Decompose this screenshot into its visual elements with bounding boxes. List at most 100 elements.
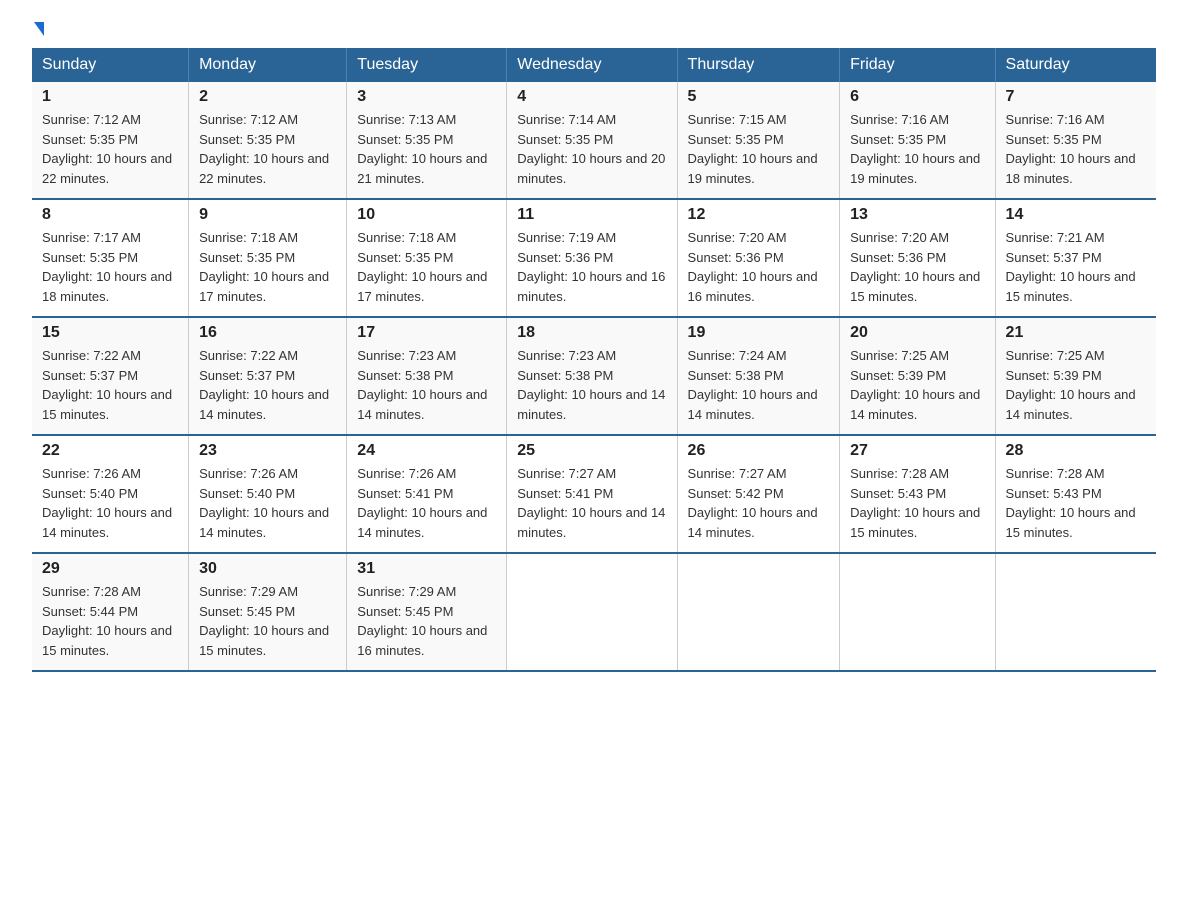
day-info: Sunrise: 7:26 AM Sunset: 5:40 PM Dayligh…: [42, 464, 178, 542]
day-number: 31: [357, 560, 496, 578]
daylight-label: Daylight: 10 hours and 15 minutes.: [1006, 269, 1136, 304]
sunrise-label: Sunrise: 7:25 AM: [850, 348, 949, 363]
sunrise-label: Sunrise: 7:23 AM: [357, 348, 456, 363]
sunset-label: Sunset: 5:40 PM: [42, 486, 138, 501]
calendar-cell: 23 Sunrise: 7:26 AM Sunset: 5:40 PM Dayl…: [189, 435, 347, 553]
sunset-label: Sunset: 5:45 PM: [357, 604, 453, 619]
page-header: [32, 24, 1156, 32]
daylight-label: Daylight: 10 hours and 14 minutes.: [850, 387, 980, 422]
day-of-week-monday: Monday: [189, 48, 347, 82]
daylight-label: Daylight: 10 hours and 14 minutes.: [199, 505, 329, 540]
sunset-label: Sunset: 5:35 PM: [42, 132, 138, 147]
daylight-label: Daylight: 10 hours and 16 minutes.: [688, 269, 818, 304]
calendar-cell: 27 Sunrise: 7:28 AM Sunset: 5:43 PM Dayl…: [840, 435, 995, 553]
calendar-cell: 9 Sunrise: 7:18 AM Sunset: 5:35 PM Dayli…: [189, 199, 347, 317]
day-info: Sunrise: 7:29 AM Sunset: 5:45 PM Dayligh…: [357, 582, 496, 660]
day-number: 7: [1006, 88, 1146, 106]
sunrise-label: Sunrise: 7:26 AM: [357, 466, 456, 481]
day-info: Sunrise: 7:13 AM Sunset: 5:35 PM Dayligh…: [357, 110, 496, 188]
day-of-week-tuesday: Tuesday: [347, 48, 507, 82]
day-info: Sunrise: 7:12 AM Sunset: 5:35 PM Dayligh…: [199, 110, 336, 188]
day-number: 20: [850, 324, 984, 342]
sunrise-label: Sunrise: 7:27 AM: [517, 466, 616, 481]
calendar-cell: 1 Sunrise: 7:12 AM Sunset: 5:35 PM Dayli…: [32, 82, 189, 199]
sunrise-label: Sunrise: 7:16 AM: [1006, 112, 1105, 127]
day-info: Sunrise: 7:17 AM Sunset: 5:35 PM Dayligh…: [42, 228, 178, 306]
sunset-label: Sunset: 5:35 PM: [517, 132, 613, 147]
sunset-label: Sunset: 5:39 PM: [1006, 368, 1102, 383]
sunrise-label: Sunrise: 7:18 AM: [357, 230, 456, 245]
day-info: Sunrise: 7:28 AM Sunset: 5:44 PM Dayligh…: [42, 582, 178, 660]
daylight-label: Daylight: 10 hours and 14 minutes.: [42, 505, 172, 540]
daylight-label: Daylight: 10 hours and 14 minutes.: [688, 505, 818, 540]
sunset-label: Sunset: 5:35 PM: [42, 250, 138, 265]
daylight-label: Daylight: 10 hours and 22 minutes.: [42, 151, 172, 186]
sunset-label: Sunset: 5:43 PM: [1006, 486, 1102, 501]
calendar-header: SundayMondayTuesdayWednesdayThursdayFrid…: [32, 48, 1156, 82]
week-row-3: 15 Sunrise: 7:22 AM Sunset: 5:37 PM Dayl…: [32, 317, 1156, 435]
sunrise-label: Sunrise: 7:28 AM: [1006, 466, 1105, 481]
daylight-label: Daylight: 10 hours and 14 minutes.: [199, 387, 329, 422]
day-number: 26: [688, 442, 830, 460]
calendar-cell: 17 Sunrise: 7:23 AM Sunset: 5:38 PM Dayl…: [347, 317, 507, 435]
sunrise-label: Sunrise: 7:20 AM: [688, 230, 787, 245]
calendar-cell: 19 Sunrise: 7:24 AM Sunset: 5:38 PM Dayl…: [677, 317, 840, 435]
day-number: 1: [42, 88, 178, 106]
day-info: Sunrise: 7:14 AM Sunset: 5:35 PM Dayligh…: [517, 110, 666, 188]
day-info: Sunrise: 7:26 AM Sunset: 5:41 PM Dayligh…: [357, 464, 496, 542]
calendar-cell: [677, 553, 840, 671]
day-info: Sunrise: 7:23 AM Sunset: 5:38 PM Dayligh…: [357, 346, 496, 424]
calendar-cell: 28 Sunrise: 7:28 AM Sunset: 5:43 PM Dayl…: [995, 435, 1156, 553]
day-info: Sunrise: 7:18 AM Sunset: 5:35 PM Dayligh…: [199, 228, 336, 306]
daylight-label: Daylight: 10 hours and 17 minutes.: [357, 269, 487, 304]
calendar-cell: 26 Sunrise: 7:27 AM Sunset: 5:42 PM Dayl…: [677, 435, 840, 553]
calendar-body: 1 Sunrise: 7:12 AM Sunset: 5:35 PM Dayli…: [32, 82, 1156, 671]
sunset-label: Sunset: 5:37 PM: [199, 368, 295, 383]
calendar-cell: [840, 553, 995, 671]
sunset-label: Sunset: 5:41 PM: [517, 486, 613, 501]
daylight-label: Daylight: 10 hours and 14 minutes.: [517, 387, 665, 422]
sunrise-label: Sunrise: 7:13 AM: [357, 112, 456, 127]
sunrise-label: Sunrise: 7:27 AM: [688, 466, 787, 481]
day-info: Sunrise: 7:19 AM Sunset: 5:36 PM Dayligh…: [517, 228, 666, 306]
day-number: 9: [199, 206, 336, 224]
calendar-cell: 12 Sunrise: 7:20 AM Sunset: 5:36 PM Dayl…: [677, 199, 840, 317]
sunrise-label: Sunrise: 7:22 AM: [42, 348, 141, 363]
daylight-label: Daylight: 10 hours and 21 minutes.: [357, 151, 487, 186]
calendar-cell: [507, 553, 677, 671]
calendar-cell: 4 Sunrise: 7:14 AM Sunset: 5:35 PM Dayli…: [507, 82, 677, 199]
day-info: Sunrise: 7:12 AM Sunset: 5:35 PM Dayligh…: [42, 110, 178, 188]
day-number: 14: [1006, 206, 1146, 224]
daylight-label: Daylight: 10 hours and 14 minutes.: [688, 387, 818, 422]
calendar-cell: 31 Sunrise: 7:29 AM Sunset: 5:45 PM Dayl…: [347, 553, 507, 671]
day-info: Sunrise: 7:24 AM Sunset: 5:38 PM Dayligh…: [688, 346, 830, 424]
day-info: Sunrise: 7:22 AM Sunset: 5:37 PM Dayligh…: [42, 346, 178, 424]
sunrise-label: Sunrise: 7:15 AM: [688, 112, 787, 127]
daylight-label: Daylight: 10 hours and 15 minutes.: [42, 623, 172, 658]
calendar-cell: 18 Sunrise: 7:23 AM Sunset: 5:38 PM Dayl…: [507, 317, 677, 435]
calendar-cell: 11 Sunrise: 7:19 AM Sunset: 5:36 PM Dayl…: [507, 199, 677, 317]
daylight-label: Daylight: 10 hours and 14 minutes.: [357, 505, 487, 540]
daylight-label: Daylight: 10 hours and 19 minutes.: [688, 151, 818, 186]
day-info: Sunrise: 7:20 AM Sunset: 5:36 PM Dayligh…: [850, 228, 984, 306]
sunset-label: Sunset: 5:42 PM: [688, 486, 784, 501]
sunrise-label: Sunrise: 7:26 AM: [42, 466, 141, 481]
day-of-week-wednesday: Wednesday: [507, 48, 677, 82]
logo: [32, 24, 44, 32]
sunrise-label: Sunrise: 7:17 AM: [42, 230, 141, 245]
daylight-label: Daylight: 10 hours and 14 minutes.: [357, 387, 487, 422]
day-number: 4: [517, 88, 666, 106]
daylight-label: Daylight: 10 hours and 14 minutes.: [517, 505, 665, 540]
sunset-label: Sunset: 5:38 PM: [357, 368, 453, 383]
day-info: Sunrise: 7:20 AM Sunset: 5:36 PM Dayligh…: [688, 228, 830, 306]
day-number: 28: [1006, 442, 1146, 460]
daylight-label: Daylight: 10 hours and 16 minutes.: [357, 623, 487, 658]
sunset-label: Sunset: 5:39 PM: [850, 368, 946, 383]
day-info: Sunrise: 7:16 AM Sunset: 5:35 PM Dayligh…: [1006, 110, 1146, 188]
day-number: 13: [850, 206, 984, 224]
sunrise-label: Sunrise: 7:28 AM: [42, 584, 141, 599]
day-number: 24: [357, 442, 496, 460]
sunrise-label: Sunrise: 7:12 AM: [199, 112, 298, 127]
sunrise-label: Sunrise: 7:22 AM: [199, 348, 298, 363]
calendar-cell: 2 Sunrise: 7:12 AM Sunset: 5:35 PM Dayli…: [189, 82, 347, 199]
